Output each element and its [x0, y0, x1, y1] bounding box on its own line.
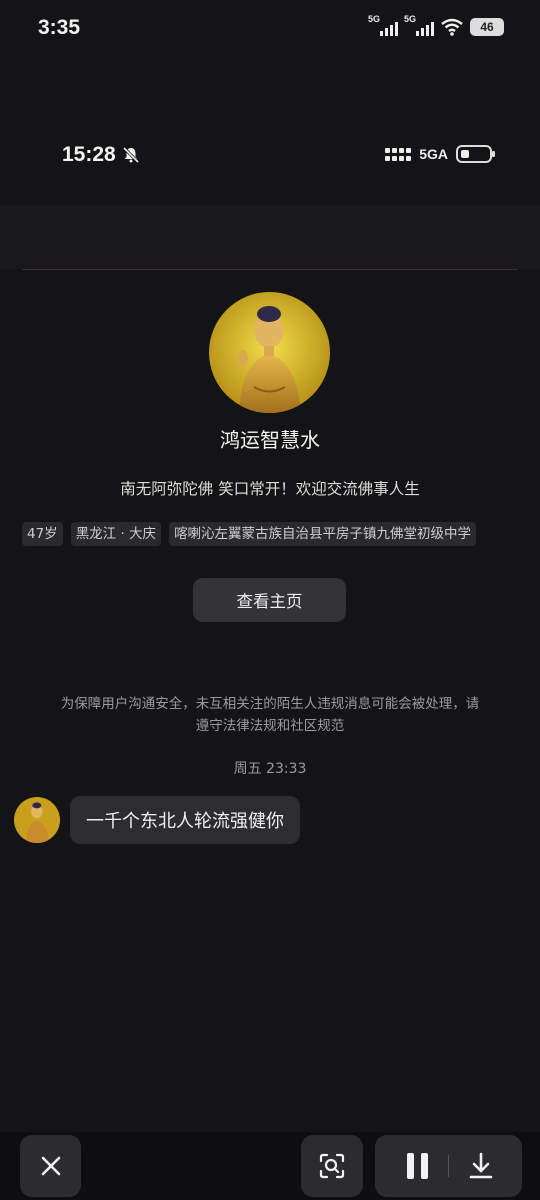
outer-status-bar: 3:35 5G 5G 46	[0, 0, 540, 60]
location-tag: 黑龙江 · 大庆	[70, 522, 162, 546]
chat-header	[0, 205, 540, 269]
message-row: 一千个东北人轮流强健你	[14, 796, 300, 844]
playback-group	[375, 1135, 522, 1197]
close-icon	[41, 1156, 60, 1176]
wifi-icon	[441, 18, 463, 36]
image-search-icon	[319, 1153, 345, 1179]
message-bubble[interactable]: 一千个东北人轮流强健你	[70, 796, 300, 844]
inner-battery-icon	[456, 145, 495, 163]
inner-status-time: 15:28	[62, 143, 140, 167]
bottom-toolbar	[0, 1132, 540, 1200]
network-label: 5G	[368, 14, 381, 24]
message-timestamp: 周五 23:33	[233, 761, 307, 777]
profile-bio: 南无阿弥陀佛 笑口常开！欢迎交流佛事人生	[120, 480, 420, 498]
pause-icon[interactable]	[400, 1153, 434, 1179]
image-search-button[interactable]	[301, 1135, 363, 1197]
mute-bell-icon	[122, 146, 139, 164]
outer-clock: 3:35	[38, 16, 81, 39]
download-icon[interactable]	[465, 1150, 497, 1182]
toolbar-divider	[448, 1155, 449, 1177]
signal-icon-2: 5G	[404, 14, 434, 38]
profile-nickname: 鸿运智慧水	[220, 428, 320, 452]
close-button[interactable]	[20, 1135, 81, 1197]
buddha-avatar-image	[209, 292, 330, 413]
view-homepage-button[interactable]: 查看主页	[193, 578, 346, 622]
age-tag: 47岁	[22, 522, 63, 546]
network-5ga-label: 5GA	[419, 146, 448, 162]
profile-tags: 47岁 黑龙江 · 大庆 喀喇沁左翼蒙古族自治县平房子镇九佛堂初级中学	[22, 522, 477, 546]
school-tag: 喀喇沁左翼蒙古族自治县平房子镇九佛堂初级中学	[169, 522, 477, 546]
outer-status-icons: 5G 5G 46	[368, 14, 504, 38]
signal-dots-icon	[385, 147, 412, 161]
network-label-2: 5G	[404, 14, 417, 24]
buddha-avatar-small-image	[14, 797, 60, 843]
sender-avatar[interactable]	[14, 797, 60, 843]
profile-avatar[interactable]	[209, 292, 330, 413]
battery-icon: 46	[470, 18, 504, 36]
inner-status-icons: 5GA	[385, 145, 495, 163]
safety-notice: 为保障用户沟通安全，未互相关注的陌生人违规消息可能会被处理，请遵守法律法规和社区…	[60, 696, 480, 734]
signal-icon: 5G	[368, 14, 398, 38]
header-divider	[22, 269, 518, 270]
inner-clock: 15:28	[62, 143, 116, 166]
